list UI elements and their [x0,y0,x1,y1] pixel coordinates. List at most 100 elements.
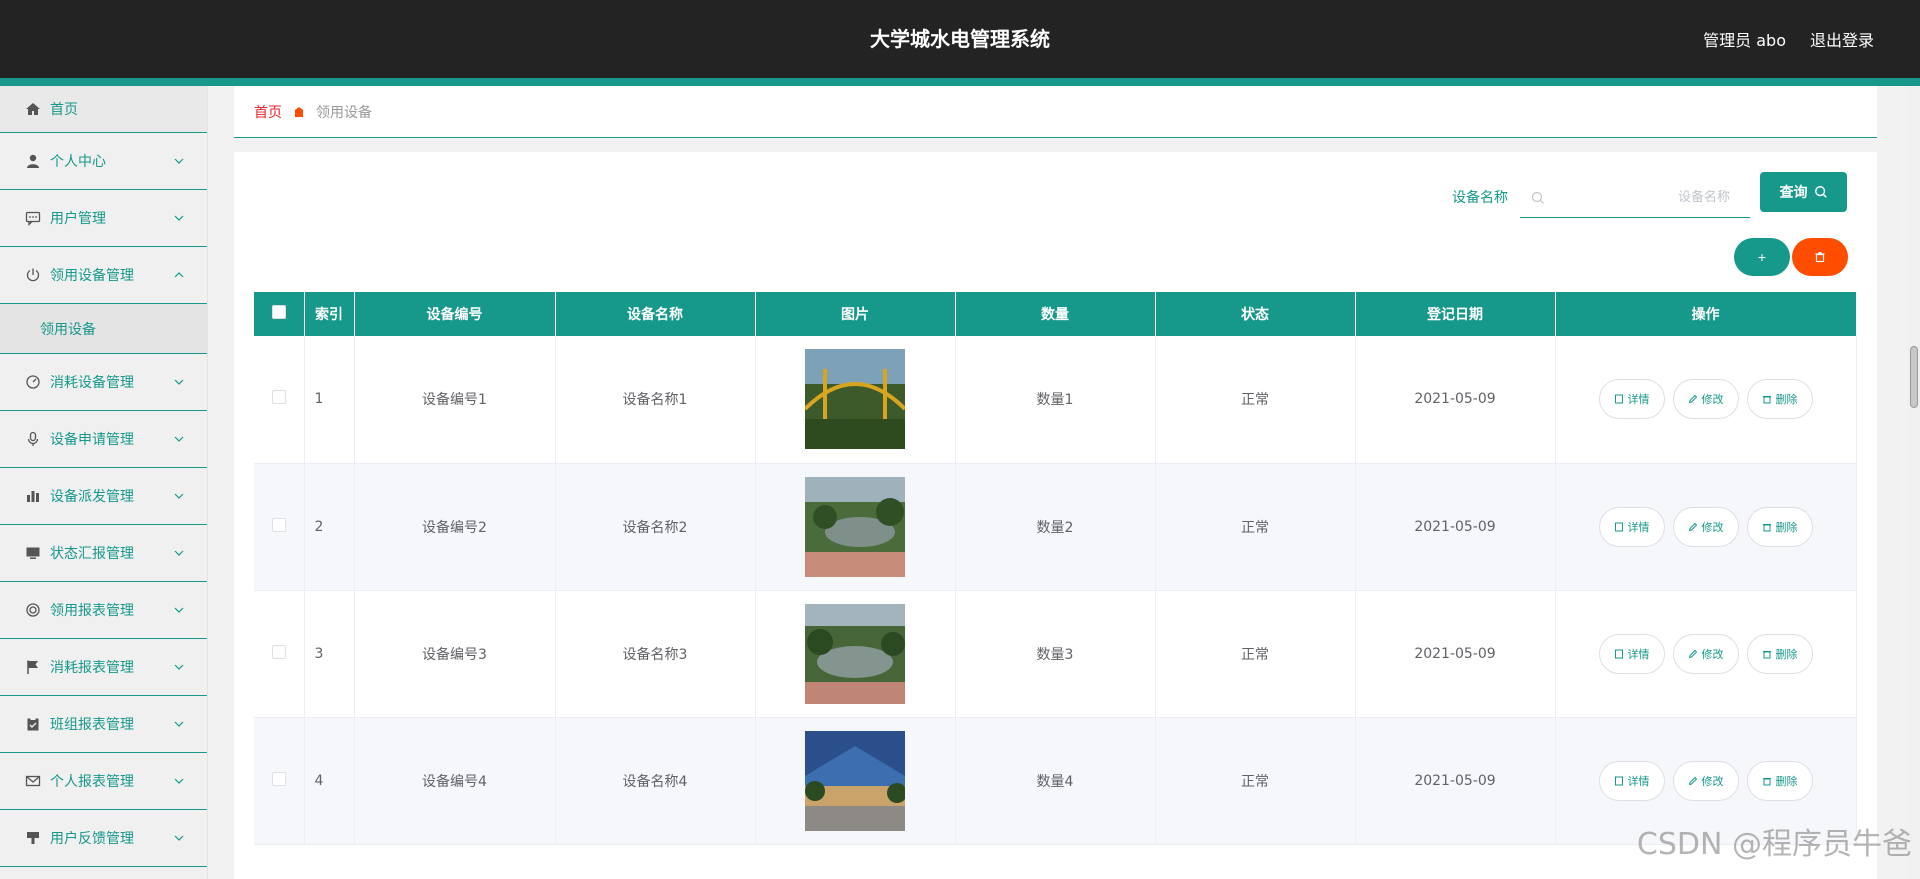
sidebar-item-personal-report-management[interactable]: 个人报表管理 [0,753,207,810]
delete-button[interactable]: 删除 [1746,379,1813,420]
column-header: 操作 [1555,292,1857,336]
logout-link[interactable]: 退出登录 [1810,27,1874,51]
chevron-down-icon [174,379,184,385]
current-user: 管理员 abo [1703,31,1786,50]
batch-delete-button[interactable] [1792,238,1848,276]
device-image-cell [755,336,956,464]
select-all-checkbox[interactable] [271,305,286,319]
gauge-icon [24,373,42,391]
sidebar-item-user-management[interactable]: 用户管理 [0,190,207,247]
edit-label: 修改 [1701,393,1724,407]
search-icon [1814,186,1827,198]
sidebar-item-label: 设备申请管理 [50,432,134,448]
sidebar-item-device-dispatch-management[interactable]: 设备派发管理 [0,468,207,525]
sidebar-item-borrow-report-management[interactable]: 领用报表管理 [0,582,207,639]
device-image[interactable] [805,603,905,704]
add-button[interactable]: + [1734,238,1790,276]
sidebar-item-team-report-management[interactable]: 班组报表管理 [0,696,207,753]
device-quantity: 数量3 [955,590,1156,718]
trash-icon [1762,777,1771,785]
device-image-cell [755,463,956,591]
header-accent-stripe [0,78,1920,86]
edit-button[interactable]: 修改 [1672,633,1739,674]
device-name: 设备名称1 [555,336,756,464]
delete-button[interactable]: 删除 [1746,506,1813,547]
row-checkbox-cell[interactable] [254,590,305,718]
edit-button[interactable]: 修改 [1672,379,1739,420]
edit-button[interactable]: 修改 [1672,506,1739,547]
edit-label: 修改 [1701,774,1724,788]
row-actions: 详情 修改 删除 [1555,463,1857,591]
delete-label: 删除 [1775,647,1798,661]
column-header: 图片 [755,292,956,336]
edit-button[interactable]: 修改 [1672,760,1739,801]
chevron-down-icon [174,607,184,613]
register-date: 2021-05-09 [1355,717,1556,845]
edit-icon [1688,395,1697,404]
delete-button[interactable]: 删除 [1746,760,1813,801]
bar-chart-icon [24,487,42,505]
vertical-scrollbar[interactable] [1908,86,1920,879]
row-checkbox[interactable] [271,644,286,659]
document-icon [1614,776,1623,785]
user-box: 管理员 abo 退出登录 [1703,0,1874,78]
watermark: CSDN @程序员牛爸 [1636,827,1912,862]
device-image[interactable] [805,349,905,450]
row-checkbox-cell[interactable] [254,717,305,845]
row-checkbox-cell[interactable] [254,336,305,464]
sidebar-item-device-application-management[interactable]: 设备申请管理 [0,411,207,468]
device-quantity: 数量2 [955,463,1156,591]
breadcrumb-home[interactable]: 首页 [254,102,282,122]
query-button[interactable]: 查询 [1760,172,1847,212]
column-header: 设备编号 [354,292,556,336]
search-field[interactable] [1520,178,1750,218]
sidebar-item-label: 消耗设备管理 [50,375,134,391]
power-icon [24,266,42,284]
sidebar-item-home[interactable]: 首页 [0,86,207,133]
sidebar-subitem-borrow-device[interactable]: 领用设备 [0,304,207,354]
detail-button[interactable]: 详情 [1598,633,1665,674]
row-checkbox-cell[interactable] [254,463,305,591]
document-icon [1614,394,1623,404]
device-status: 正常 [1155,590,1356,718]
sidebar-item-user-feedback-management[interactable]: 用户反馈管理 [0,810,207,867]
row-checkbox[interactable] [271,517,286,532]
sidebar: 首页 个人中心 用户管理 领用设备管理 领用设备 消耗设备管理 设备申请管理 设… [0,86,208,879]
search-label: 设备名称 [1452,190,1508,206]
query-button-label: 查询 [1779,185,1808,201]
sidebar-item-consumable-device-management[interactable]: 消耗设备管理 [0,354,207,411]
flag-icon [24,658,42,676]
delete-button[interactable]: 删除 [1746,633,1813,674]
table-row: 2 设备编号2 设备名称2 数量2 正常 2021-05-09 详情 修改 删除 [254,463,1857,591]
detail-button[interactable]: 详情 [1598,379,1665,420]
row-index: 4 [304,717,355,845]
edit-icon [1688,522,1697,531]
breadcrumb: 首页 领用设备 [234,86,1877,138]
sidebar-item-personal-center[interactable]: 个人中心 [0,133,207,190]
table-row: 3 设备编号3 设备名称3 数量3 正常 2021-05-09 详情 修改 删除 [254,590,1857,718]
scrollbar-thumb[interactable] [1910,346,1918,408]
search-input[interactable] [1546,190,1736,205]
column-header: 设备名称 [555,292,756,336]
register-date: 2021-05-09 [1355,336,1556,464]
sidebar-item-label: 个人中心 [50,154,106,170]
row-index: 1 [304,336,355,464]
target-icon [24,601,42,619]
user-icon [24,152,42,170]
column-header: 索引 [304,292,355,336]
sidebar-item-status-report-management[interactable]: 状态汇报管理 [0,525,207,582]
detail-button[interactable]: 详情 [1598,506,1665,547]
device-image[interactable] [805,476,905,577]
device-quantity: 数量1 [955,336,1156,464]
detail-button[interactable]: 详情 [1598,760,1665,801]
select-all-cell[interactable] [254,292,305,336]
sidebar-item-consumption-report-management[interactable]: 消耗报表管理 [0,639,207,696]
row-checkbox[interactable] [271,771,286,786]
document-icon [1614,522,1623,531]
chevron-down-icon [174,550,184,556]
sidebar-item-borrow-device-management[interactable]: 领用设备管理 [0,247,207,304]
device-image[interactable] [805,730,905,831]
device-code: 设备编号2 [354,463,556,591]
device-table: 索引 设备编号 设备名称 图片 数量 状态 登记日期 操作 1 设备编号1 设备… [254,292,1857,845]
row-checkbox[interactable] [271,390,286,405]
